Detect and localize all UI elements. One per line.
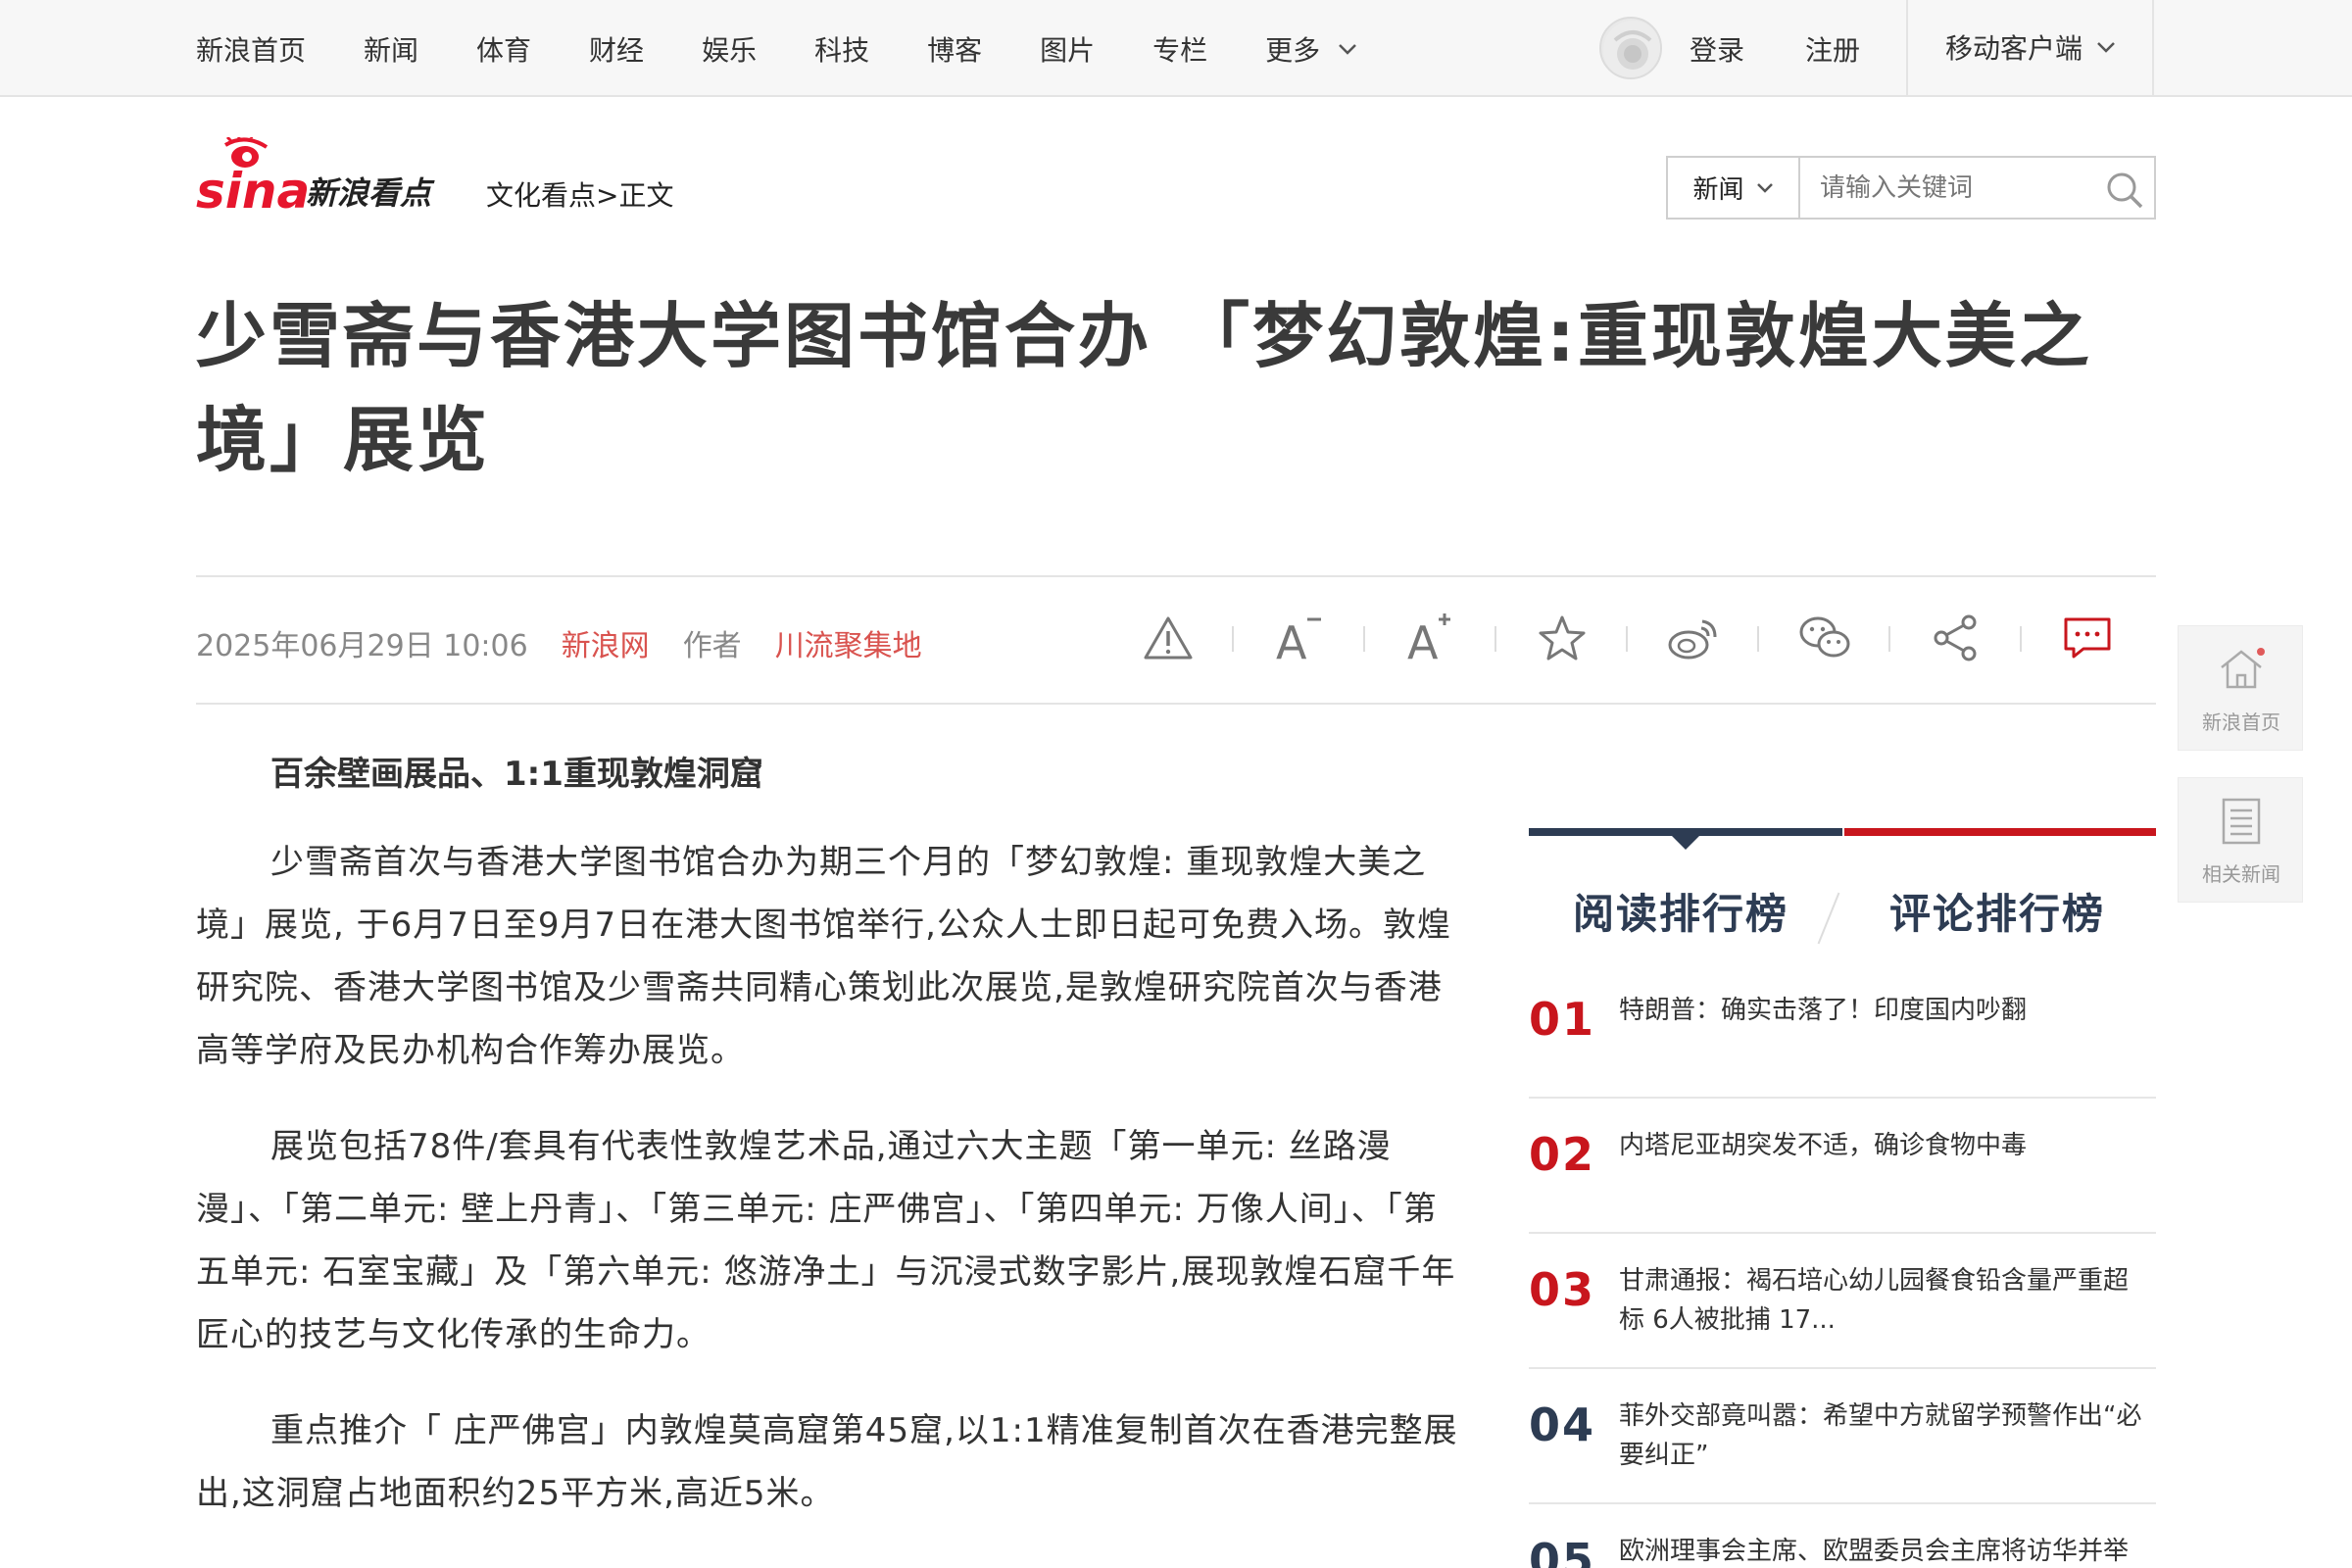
nav-divider (1906, 0, 1908, 97)
search-input[interactable] (1820, 158, 2094, 218)
article-paragraph: 重点推介「 庄严佛宫」内敦煌莫高窟第45窟,以1:1精准复制首次在香港完整展出,… (196, 1411, 1458, 1513)
nav-link-columns[interactable]: 专栏 (1152, 29, 1207, 69)
star-icon (1539, 615, 1586, 661)
nav-more-label: 更多 (1265, 33, 1321, 67)
weibo-icon (1668, 619, 1717, 660)
float-home-label: 新浪首页 (2202, 710, 2280, 734)
breadcrumb[interactable]: 文化看点>正文 (486, 174, 673, 214)
avatar-placeholder-icon (1603, 21, 1660, 77)
search-box: 新闻 (1666, 156, 2156, 220)
sina-logo[interactable]: sina 新浪看点 (196, 133, 470, 225)
login-link[interactable]: 登录 (1690, 29, 1744, 69)
nav-link-home[interactable]: 新浪首页 (196, 29, 306, 69)
tab-read-ranking[interactable]: 阅读排行榜 (1573, 881, 1788, 941)
nav-link-sports[interactable]: 体育 (476, 29, 531, 69)
svg-text:sina: sina (196, 163, 310, 220)
article-meta: 2025年06月29日 10:06 新浪网 作者 川流聚集地 (196, 621, 922, 664)
ranking-panel: 阅读排行榜 评论排行榜 01 特朗普：确实击落了！印度国内吵翻 02 内塔尼亚胡… (1529, 828, 2156, 1568)
divider (196, 575, 2156, 577)
chevron-down-icon (1339, 43, 1357, 55)
share-button[interactable] (1890, 609, 2022, 667)
font-larger-button[interactable]: A (1365, 609, 1496, 667)
float-related-news-button[interactable]: 相关新闻 (2178, 777, 2303, 903)
mobile-client-menu[interactable]: 移动客户端 (1945, 27, 2116, 67)
font-larger-icon: A (1407, 613, 1450, 662)
svg-text:A: A (1276, 616, 1307, 662)
search-icon[interactable] (2105, 171, 2144, 210)
register-link[interactable]: 注册 (1805, 29, 1860, 69)
rank-number: 02 (1529, 1128, 1596, 1181)
share-weibo-button[interactable] (1628, 609, 1759, 667)
report-button[interactable] (1102, 609, 1234, 667)
rank-number: 04 (1529, 1398, 1596, 1451)
sina-eye-logo-icon: sina 新浪看点 (196, 133, 435, 220)
ranking-item[interactable]: 05 欧洲理事会主席、欧盟委员会主席将访华并举行第二十五次中国... (1529, 1504, 2156, 1568)
nav-divider (2152, 0, 2154, 97)
ranking-item[interactable]: 02 内塔尼亚胡突发不适，确诊食物中毒 (1529, 1099, 2156, 1234)
rank-number: 01 (1529, 993, 1596, 1046)
svg-text:A: A (1407, 616, 1439, 662)
author-label: 作者 (682, 629, 742, 663)
nav-link-blog[interactable]: 博客 (927, 29, 982, 69)
search-category-select[interactable]: 新闻 (1668, 158, 1800, 218)
share-icon (1934, 614, 1977, 662)
search-category-label: 新闻 (1692, 175, 1744, 205)
svg-text:新浪看点: 新浪看点 (306, 174, 435, 212)
ranking-item[interactable]: 03 甘肃通报：褐石培心幼儿园餐食铅含量严重超标 6人被批捕 17... (1529, 1234, 2156, 1369)
rank-headline[interactable]: 内塔尼亚胡突发不适，确诊食物中毒 (1619, 1126, 2148, 1165)
mobile-client-label: 移动客户端 (1945, 32, 2083, 65)
article-paragraph: 少雪斋首次与香港大学图书馆合办为期三个月的「梦幻敦煌: 重现敦煌大美之境」展览,… (196, 843, 1451, 1070)
divider (196, 703, 2156, 705)
user-avatar[interactable] (1599, 17, 1662, 79)
top-nav-links: 新浪首页 新闻 体育 财经 娱乐 科技 博客 图片 专栏 更多 (196, 0, 1415, 97)
ranking-tab-indicator (1529, 828, 2156, 854)
nav-link-entertainment[interactable]: 娱乐 (702, 29, 757, 69)
article-toolbar: A A (1102, 609, 2153, 667)
ranking-item[interactable]: 01 特朗普：确实击落了！印度国内吵翻 (1529, 963, 2156, 1099)
chevron-down-icon (1756, 182, 1773, 193)
tab-comment-ranking[interactable]: 评论排行榜 (1889, 881, 2105, 941)
article-source-link[interactable]: 新浪网 (562, 621, 650, 664)
rank-headline[interactable]: 甘肃通报：褐石培心幼儿园餐食铅含量严重超标 6人被批捕 17... (1619, 1261, 2148, 1340)
nav-link-finance[interactable]: 财经 (589, 29, 644, 69)
rank-number: 03 (1529, 1263, 1596, 1316)
font-smaller-icon: A (1276, 616, 1321, 662)
share-wechat-button[interactable] (1759, 609, 1890, 667)
nav-link-photos[interactable]: 图片 (1040, 29, 1095, 69)
ranking-list: 01 特朗普：确实击落了！印度国内吵翻 02 内塔尼亚胡突发不适，确诊食物中毒 … (1529, 963, 2156, 1568)
comment-icon (2064, 617, 2111, 659)
home-icon (2221, 648, 2265, 689)
nav-link-tech[interactable]: 科技 (814, 29, 869, 69)
ranking-item[interactable]: 04 菲外交部竟叫嚣：希望中方就留学预警作出“必要纠正” (1529, 1369, 2156, 1504)
article-paragraph: 展览包括78件/套具有代表性敦煌艺术品,通过六大主题「第一单元: 丝路漫漫」、「… (196, 1127, 1456, 1354)
rank-headline[interactable]: 菲外交部竟叫嚣：希望中方就留学预警作出“必要纠正” (1619, 1396, 2148, 1475)
nav-more-menu[interactable]: 更多 (1265, 29, 1357, 69)
font-smaller-button[interactable]: A (1234, 609, 1365, 667)
article-subhead: 百余壁画展品、1:1重现敦煌洞窟 (270, 755, 763, 794)
warning-icon (1144, 616, 1193, 660)
wechat-icon (1799, 616, 1850, 658)
float-home-button[interactable]: 新浪首页 (2178, 625, 2303, 751)
rank-headline[interactable]: 特朗普：确实击落了！印度国内吵翻 (1619, 991, 2148, 1030)
comment-button[interactable] (2022, 609, 2153, 667)
document-list-icon (2222, 798, 2261, 845)
publish-date: 2025年06月29日 10:06 (196, 629, 528, 663)
nav-link-news[interactable]: 新闻 (364, 29, 418, 69)
author-link[interactable]: 川流聚集地 (775, 621, 922, 664)
float-related-label: 相关新闻 (2202, 862, 2280, 886)
favorite-button[interactable] (1496, 609, 1628, 667)
article-body: 百余壁画展品、1:1重现敦煌洞窟 少雪斋首次与香港大学图书馆合办为期三个月的「梦… (196, 725, 1460, 1558)
ranking-tabs: 阅读排行榜 评论排行榜 (1529, 854, 2156, 945)
rank-number: 05 (1529, 1534, 1596, 1568)
rank-headline[interactable]: 欧洲理事会主席、欧盟委员会主席将访华并举行第二十五次中国... (1619, 1532, 2148, 1568)
top-navigation-bar: 新浪首页 新闻 体育 财经 娱乐 科技 博客 图片 专栏 更多 登录 注册 移动… (0, 0, 2352, 97)
chevron-down-icon (2097, 42, 2115, 53)
tab-separator (1817, 892, 1840, 945)
article-title: 少雪斋与香港大学图书馆合办 「梦幻敦煌:重现敦煌大美之境」展览 (196, 295, 2092, 481)
